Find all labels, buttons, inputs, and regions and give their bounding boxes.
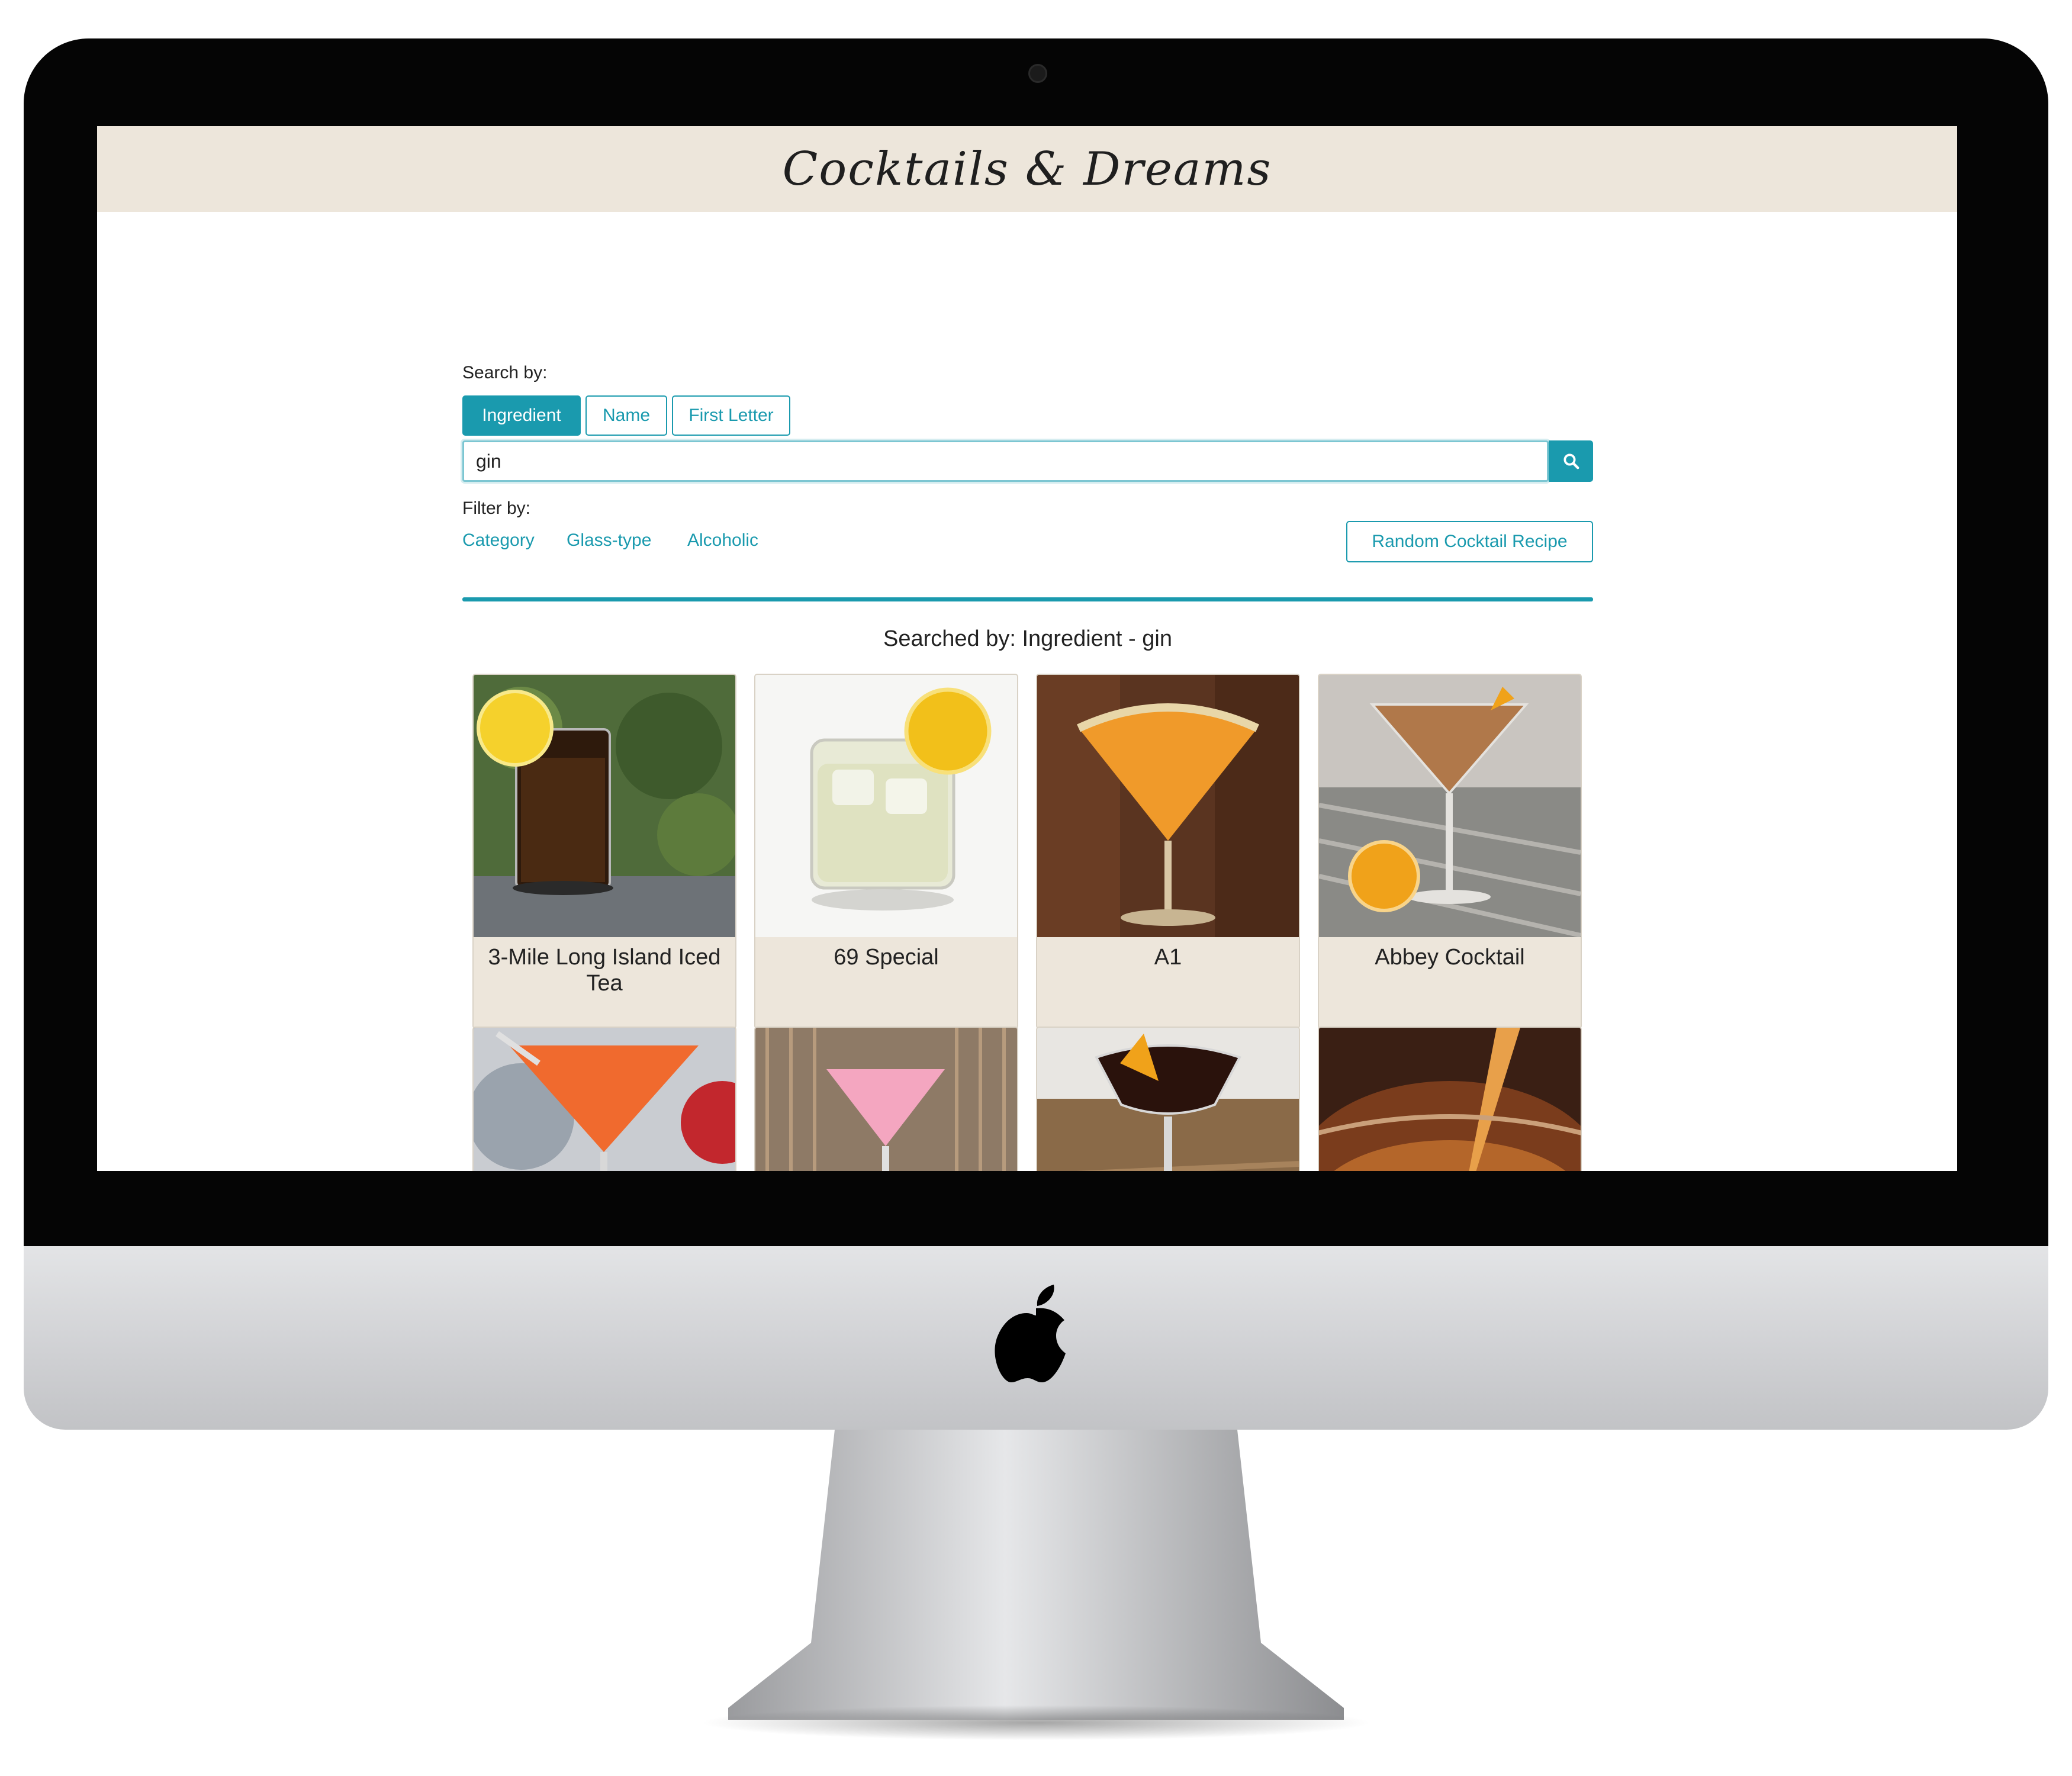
search-by-label: Search by: <box>462 363 548 382</box>
cocktail-photo[interactable] <box>755 675 1017 937</box>
cocktail-name[interactable]: Abbey Cocktail <box>1319 944 1581 970</box>
results-heading: Searched by: Ingredient - gin <box>883 626 1172 651</box>
cocktail-name[interactable]: A1 <box>1037 944 1299 970</box>
cocktail-photo[interactable] <box>755 1028 1017 1171</box>
search-button[interactable] <box>1549 440 1593 482</box>
tab-name[interactable]: Name <box>585 395 667 436</box>
stand-shadow <box>699 1705 1373 1740</box>
cocktail-name[interactable]: 69 Special <box>755 944 1017 970</box>
cocktail-photo[interactable] <box>1319 675 1581 937</box>
filter-category-link[interactable]: Category <box>462 530 535 551</box>
apple-logo-icon <box>995 1285 1077 1385</box>
cocktail-photo[interactable] <box>1037 675 1299 937</box>
imac-mockup: Cocktails & Dreams Search by: Ingredient… <box>0 0 2072 1776</box>
cocktail-card[interactable]: 3-Mile Long Island Iced Tea <box>472 674 736 1029</box>
search-input[interactable] <box>462 440 1549 482</box>
random-cocktail-button[interactable]: Random Cocktail Recipe <box>1346 521 1593 562</box>
cocktail-card[interactable]: 69 Special <box>754 674 1018 1029</box>
cocktail-card[interactable]: A1 <box>1036 674 1300 1029</box>
filter-glass-type-link[interactable]: Glass-type <box>567 530 651 551</box>
monitor-stand <box>728 1430 1344 1720</box>
search-icon <box>1563 453 1579 469</box>
tab-first-letter[interactable]: First Letter <box>672 395 790 436</box>
cocktail-photo[interactable] <box>1037 1028 1299 1171</box>
site-header: Cocktails & Dreams <box>97 126 1957 212</box>
site-title[interactable]: Cocktails & Dreams <box>97 126 1957 212</box>
cocktail-card[interactable] <box>1036 1027 1300 1171</box>
filter-alcoholic-link[interactable]: Alcoholic <box>687 530 758 551</box>
section-divider <box>462 597 1593 601</box>
cocktail-card[interactable] <box>472 1027 736 1171</box>
cocktail-photo[interactable] <box>474 675 735 937</box>
tab-ingredient[interactable]: Ingredient <box>462 395 581 436</box>
browser-screen: Cocktails & Dreams Search by: Ingredient… <box>97 126 1957 1171</box>
filter-by-label: Filter by: <box>462 498 531 518</box>
cocktail-card[interactable] <box>754 1027 1018 1171</box>
cocktail-card[interactable]: Abbey Cocktail <box>1318 674 1582 1029</box>
cocktail-photo[interactable] <box>474 1028 735 1171</box>
webcam <box>1028 64 1047 83</box>
cocktail-card[interactable] <box>1318 1027 1582 1171</box>
cocktail-name[interactable]: 3-Mile Long Island Iced Tea <box>474 944 735 996</box>
cocktail-photo[interactable] <box>1319 1028 1581 1171</box>
